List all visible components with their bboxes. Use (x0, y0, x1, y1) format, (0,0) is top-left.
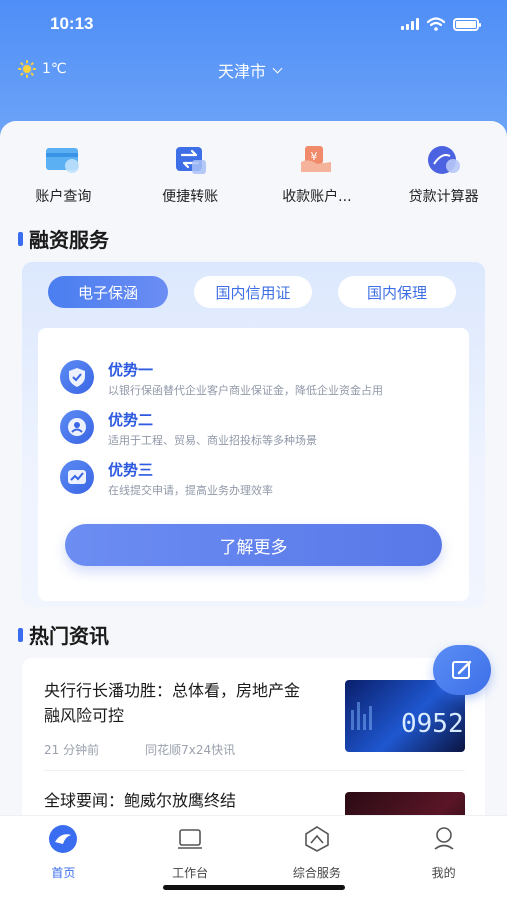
workbench-icon (178, 829, 203, 849)
status-icons (401, 17, 481, 31)
svg-text:¥: ¥ (310, 150, 317, 163)
tab-home[interactable]: 首页 (0, 816, 127, 900)
account-card-icon (46, 148, 80, 173)
news-time: 21 分钟前 (44, 743, 100, 757)
finance-card: 电子保涵 国内信用证 国内保理 优势一 以银行保函替代企业客户商业保证金，降低企… (22, 262, 485, 607)
news-title: 央行行长潘功胜：总体看，房地产金融风险可控 (44, 681, 301, 725)
wifi-icon (427, 17, 445, 31)
profile-icon (434, 827, 454, 850)
finance-tabs: 电子保涵 国内信用证 国内保理 (48, 276, 456, 308)
battery-icon (453, 17, 481, 31)
quick-action-transfer[interactable]: 便捷转账 (127, 140, 254, 210)
news-item[interactable]: 全球要闻：鲍威尔放鹰终结 (44, 788, 465, 864)
weather: 1℃ (18, 60, 67, 78)
status-time: 10:13 (50, 14, 94, 33)
tab-profile[interactable]: 我的 (380, 816, 507, 900)
chevron-down-icon (272, 63, 283, 73)
edit-fab-button[interactable] (433, 645, 491, 695)
transfer-icon (176, 147, 207, 174)
temperature: 1℃ (42, 61, 67, 77)
home-icon (49, 825, 78, 853)
advantage-2: 优势二 适用于工程、贸易、商业招投标等多种场景 (60, 410, 317, 448)
city-label: 天津市 (218, 62, 267, 81)
loan-calculator-icon (427, 146, 460, 174)
services-icon (305, 826, 329, 852)
finance-section-title: 融资服务 (18, 224, 109, 253)
news-title: 全球要闻：鲍威尔放鹰终结 (44, 791, 237, 810)
news-source: 同花顺7x24快讯 (145, 743, 236, 757)
advantages-panel: 优势一 以银行保函替代企业客户商业保证金，降低企业资金占用 优势二 适用于工程、… (38, 328, 469, 601)
tab-domestic-lc[interactable]: 国内信用证 (194, 276, 312, 308)
advantage-3: 优势三 在线提交申请，提高业务办理效率 (60, 460, 273, 498)
edit-icon (452, 660, 472, 679)
divider (44, 770, 465, 771)
quick-actions: 账户查询 便捷转账 ¥ 收款账户... 贷款计算器 (0, 140, 507, 210)
location-header: 1℃ 天津市 (0, 52, 507, 86)
quick-action-loan-calculator[interactable]: 贷款计算器 (380, 140, 507, 210)
shield-check-icon (60, 360, 94, 394)
quick-action-receive-account[interactable]: ¥ 收款账户... (254, 140, 381, 210)
trend-up-icon (60, 460, 94, 494)
svg-text:0952: 0952 (401, 709, 464, 739)
sun-icon (18, 60, 36, 78)
city-selector[interactable]: 天津市 (218, 58, 283, 82)
news-section-title: 热门资讯 (18, 620, 109, 649)
learn-more-button[interactable]: 了解更多 (65, 524, 442, 566)
news-item[interactable]: 央行行长潘功胜：总体看，房地产金融风险可控 21 分钟前 同花顺7x24快讯 0… (44, 678, 465, 758)
tab-electronic-guarantee[interactable]: 电子保涵 (48, 276, 168, 308)
quick-action-account-query[interactable]: 账户查询 (0, 140, 127, 210)
receive-account-icon: ¥ (300, 146, 331, 172)
status-bar: 10:13 (0, 0, 507, 48)
home-indicator (163, 885, 345, 890)
signal-icon (401, 18, 419, 30)
tab-domestic-factoring[interactable]: 国内保理 (338, 276, 456, 308)
people-icon (60, 410, 94, 444)
advantage-1: 优势一 以银行保函替代企业客户商业保证金，降低企业资金占用 (60, 360, 383, 398)
